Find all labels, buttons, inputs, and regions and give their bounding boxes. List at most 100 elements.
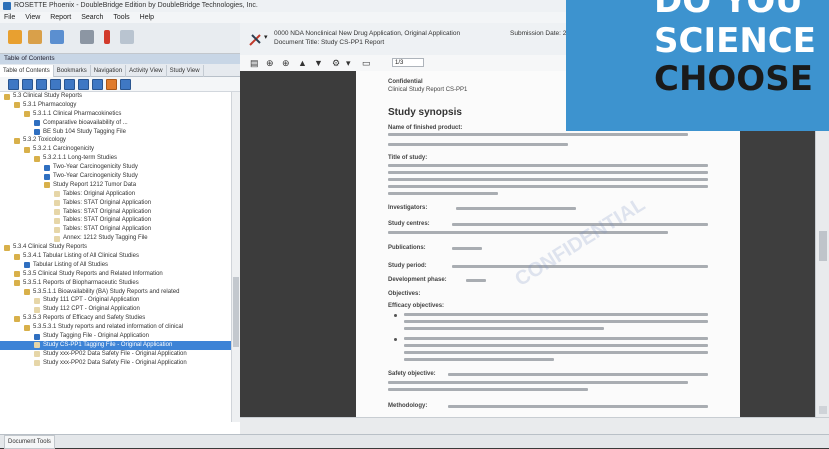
tree-item[interactable]: Comparative bioavailability of ... [0, 119, 240, 128]
confidential-label: Confidential [388, 79, 423, 85]
tree-item[interactable]: BE Sub 104 Study Tagging File [0, 128, 240, 137]
tab-bookmarks[interactable]: Bookmarks [54, 65, 91, 77]
tree-item[interactable]: Study Report 1212 Tumor Data [0, 181, 240, 190]
bookmark-icon[interactable] [104, 30, 110, 44]
tree-item[interactable]: 5.3.1 Pharmacology [0, 101, 240, 110]
tree-item[interactable]: 5.3 Clinical Study Reports [0, 92, 240, 101]
tree-item[interactable]: 5.3.5 Clinical Study Reports and Related… [0, 270, 240, 279]
page-icon [54, 217, 60, 224]
text-line [388, 143, 568, 146]
tree-item[interactable]: Tables: Original Application [0, 190, 240, 199]
window-title: ROSETTE Phoenix - DoubleBridge Edition b… [14, 2, 258, 9]
text-line [404, 344, 708, 347]
tree-item-label: Tabular Listing of All Studies [33, 261, 109, 268]
tree-item[interactable]: Tables: STAT Original Application [0, 208, 240, 217]
tab-table-of-contents[interactable]: Table of Contents [0, 65, 54, 77]
tree-item[interactable]: Study 111 CPT - Original Application [0, 296, 240, 305]
collapse-icon[interactable] [22, 79, 33, 90]
view-icon[interactable] [78, 79, 89, 90]
tree-item[interactable]: 5.3.2.1.1 Long-term Studies [0, 154, 240, 163]
tab-activity-view[interactable]: Activity View [126, 65, 167, 77]
open-folder-icon[interactable] [8, 30, 22, 44]
scroll-down-icon[interactable] [819, 406, 827, 414]
page-icon [34, 297, 40, 304]
tree-item[interactable]: Study CS-PP1 Tagging File - Original App… [0, 340, 240, 350]
tree-item[interactable]: Two-Year Carcinogenicity Study [0, 172, 240, 181]
tree-item[interactable]: 5.3.2.1 Carcinogenicity [0, 145, 240, 154]
menu-view[interactable]: View [21, 12, 44, 23]
tab-navigation[interactable]: Navigation [91, 65, 127, 77]
tree-item[interactable]: 5.3.2 Toxicology [0, 136, 240, 145]
menu-file[interactable]: File [0, 12, 19, 23]
previous-page-icon[interactable]: ▲ [298, 58, 307, 68]
zoom-in-icon[interactable]: ⊕ [282, 58, 290, 68]
tools-icon[interactable]: ⚙ [332, 58, 340, 68]
tree-item-label: 5.3.2.1 Carcinogenicity [33, 146, 95, 153]
page-icon [54, 200, 60, 207]
search-icon[interactable] [120, 30, 134, 44]
tree-item[interactable]: 5.3.5.3.1 Study reports and related info… [0, 323, 240, 332]
tree-scrollbar[interactable] [231, 92, 240, 422]
text-line [404, 337, 708, 340]
tree-item[interactable]: Study xxx-PP02 Data Safety File - Origin… [0, 359, 240, 368]
menu-help[interactable]: Help [136, 12, 158, 23]
open-file-icon[interactable] [28, 30, 42, 44]
tab-study-view[interactable]: Study View [167, 65, 204, 77]
tree-item[interactable]: Tables: STAT Original Application [0, 225, 240, 234]
tree-item[interactable]: Tables: STAT Original Application [0, 199, 240, 208]
tree-item-label: Study 112 CPT - Original Application [43, 306, 140, 313]
label-title-of-study: Title of study: [388, 155, 428, 161]
tree-item[interactable]: 5.3.5.1.1 Bioavailability (BA) Study Rep… [0, 288, 240, 297]
chevron-down-icon[interactable]: ▾ [264, 33, 268, 41]
tree-scroll-thumb[interactable] [233, 277, 239, 347]
fit-page-icon[interactable]: ▭ [362, 58, 371, 68]
page-number-field[interactable]: 1/3 [392, 58, 424, 67]
tree-item[interactable]: Two-Year Carcinogenicity Study [0, 163, 240, 172]
menu-report[interactable]: Report [46, 12, 75, 23]
tree-item-label: Study CS-PP1 Tagging File - Original App… [43, 341, 173, 348]
text-line [388, 133, 688, 136]
tree-item[interactable]: Tabular Listing of All Studies [0, 261, 240, 270]
page-icon [34, 351, 40, 358]
menu-tools[interactable]: Tools [109, 12, 133, 23]
page-layout-icon[interactable]: ▤ [250, 58, 259, 68]
next-page-icon[interactable]: ▼ [314, 58, 323, 68]
tree-item-label: 5.3.1.1 Clinical Pharmacokinetics [33, 110, 122, 117]
label-efficacy-objectives: Efficacy objectives: [388, 303, 445, 309]
tree-item[interactable]: 5.3.4 Clinical Study Reports [0, 243, 240, 252]
tree-item[interactable]: Study 112 CPT - Original Application [0, 305, 240, 314]
print-icon[interactable] [80, 30, 94, 44]
page-icon [54, 191, 60, 198]
tree-item-label: Study Report 1212 Tumor Data [53, 181, 137, 188]
filter-icon[interactable] [36, 79, 47, 90]
horizontal-scrollbar[interactable] [240, 417, 829, 435]
tree-item[interactable]: 5.3.5.3 Reports of Efficacy and Safety S… [0, 314, 240, 323]
zoom-icon[interactable]: ⊕ [266, 58, 274, 68]
tree-item-label: Tables: STAT Original Application [63, 199, 152, 206]
tree-item[interactable]: Study xxx-PP02 Data Safety File - Origin… [0, 350, 240, 359]
menu-search[interactable]: Search [77, 12, 107, 23]
tree-item[interactable]: 5.3.4.1 Tabular Listing of All Clinical … [0, 252, 240, 261]
export-icon[interactable] [92, 79, 103, 90]
report-reference: Clinical Study Report CS-PP1 [388, 87, 468, 93]
tree-item[interactable]: Annex: 1212 Study Tagging File [0, 234, 240, 243]
tree-item[interactable]: Tables: STAT Original Application [0, 216, 240, 225]
viewer-left-gutter [240, 71, 356, 417]
tree-item[interactable]: 5.3.5.1 Reports of Biopharmaceutic Studi… [0, 279, 240, 288]
text-line [388, 164, 708, 167]
tree-item-label: Study 111 CPT - Original Application [43, 297, 140, 304]
sort-icon[interactable] [50, 79, 61, 90]
dropdown-icon[interactable]: ▾ [346, 58, 351, 68]
tree-item-label: Two-Year Carcinogenicity Study [53, 164, 138, 171]
save-icon[interactable] [50, 30, 64, 44]
tree-item[interactable]: 5.3.1.1 Clinical Pharmacokinetics [0, 110, 240, 119]
highlight-icon[interactable] [106, 79, 117, 90]
viewer-scroll-thumb[interactable] [819, 231, 827, 261]
document-title: Document Title: Study CS-PP1 Report [274, 39, 385, 46]
text-line [388, 178, 708, 181]
expand-icon[interactable] [8, 79, 19, 90]
refresh-icon[interactable] [64, 79, 75, 90]
text-line [388, 192, 498, 195]
tree-item[interactable]: Study Tagging File - Original Applicatio… [0, 332, 240, 341]
options-icon[interactable] [120, 79, 131, 90]
